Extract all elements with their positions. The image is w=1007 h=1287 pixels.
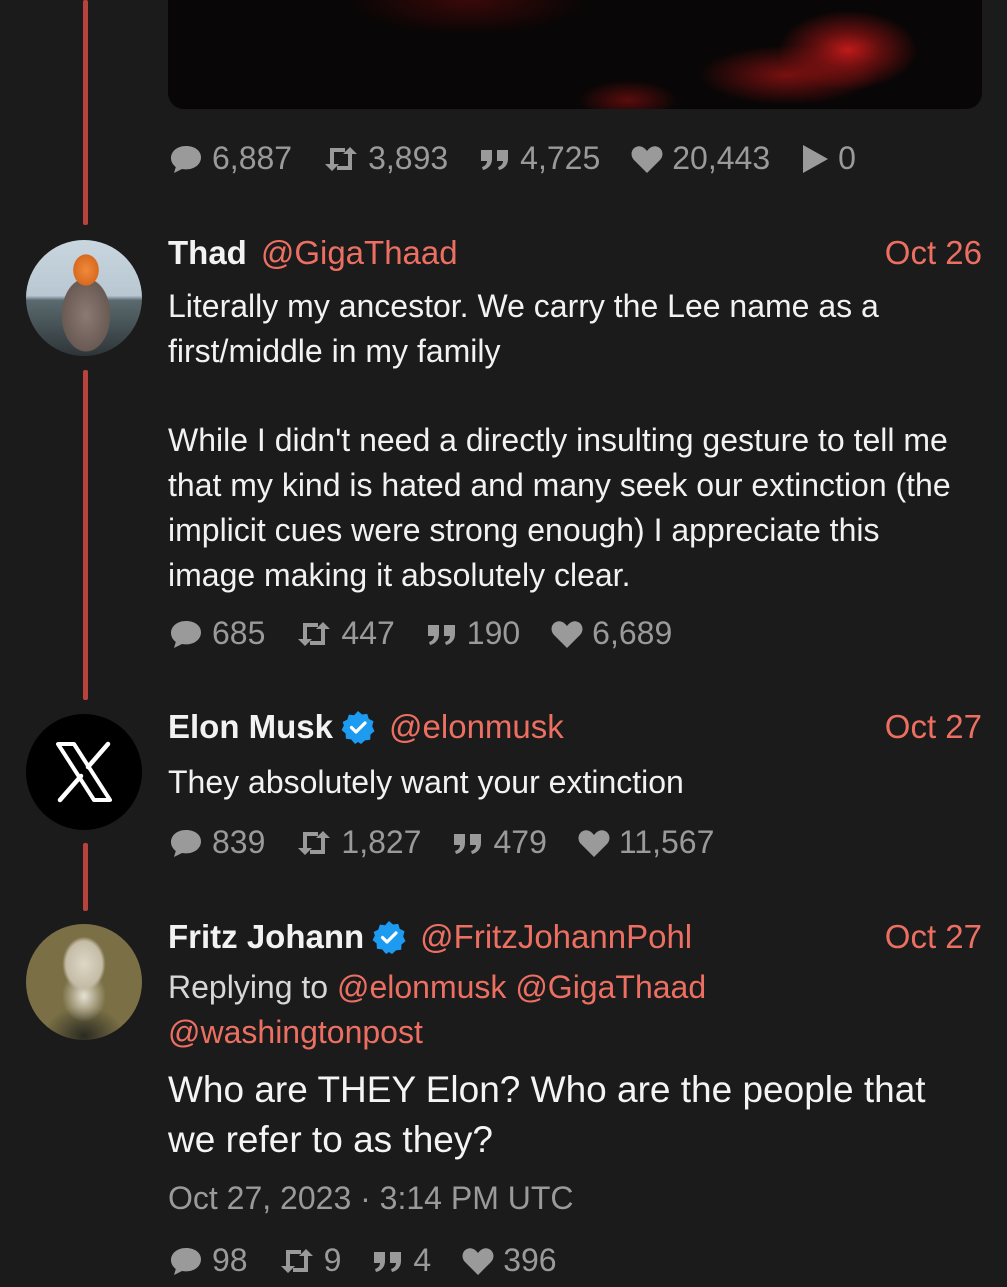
avatar[interactable] [26,924,142,1040]
retweet-button[interactable]: 1,827 [295,824,421,861]
like-count: 6,689 [592,615,673,651]
tweet-stats: 685 447 190 6,689 [168,615,702,652]
tweet-date[interactable]: Oct 27 [885,708,982,746]
quote-icon [425,621,459,647]
quote-icon [371,1248,405,1274]
retweet-button[interactable]: 9 [278,1242,342,1279]
speech-bubble-icon [168,618,204,650]
mention-link[interactable]: @washingtonpost [168,1014,423,1050]
tweet-stats: 839 1,827 479 11,567 [168,824,744,861]
like-count: 11,567 [618,824,715,860]
replying-label: Replying to [168,969,329,1005]
mention-link[interactable]: @GigaThaad [515,969,706,1005]
retweet-button[interactable]: 3,893 [322,140,448,177]
retweet-count: 3,893 [368,140,449,176]
reply-button[interactable]: 839 [168,824,265,861]
reply-count: 6,887 [212,140,293,176]
verified-badge-icon [372,920,406,954]
retweet-icon [295,619,333,649]
quote-icon [478,146,512,172]
tweet-text: Literally my ancestor. We carry the Lee … [168,284,968,598]
author-name[interactable]: Elon Musk [168,708,333,746]
like-button[interactable]: 396 [461,1242,557,1279]
quote-button[interactable]: 479 [451,824,547,861]
like-count: 20,443 [672,140,771,176]
avatar[interactable] [26,714,142,830]
retweet-icon [322,144,360,174]
quote-count: 479 [493,824,547,860]
quote-button[interactable]: 190 [425,615,520,652]
quote-count: 190 [466,615,521,651]
thread-line [83,370,88,700]
heart-icon [630,144,664,174]
reply-button[interactable]: 6,887 [168,140,292,177]
retweet-icon [295,828,333,858]
tweet-paragraph: While I didn't need a directly insulting… [168,422,951,593]
tweet-header: Elon Musk @elonmusk Oct 27 [168,708,982,746]
tweet-header: Thad @GigaThaad Oct 26 [168,234,982,272]
like-count: 396 [503,1242,557,1278]
mention-link[interactable]: @elonmusk [337,969,506,1005]
author-handle[interactable]: @GigaThaad [261,234,458,272]
speech-bubble-icon [168,827,204,859]
quote-button[interactable]: 4,725 [478,140,600,177]
author-handle[interactable]: @elonmusk [389,708,564,746]
tweet-header: Fritz Johann @FritzJohannPohl Oct 27 [168,918,982,956]
reply-count: 685 [212,615,266,651]
views-count: 0 [838,140,856,176]
quote-count: 4 [413,1242,432,1278]
retweet-count: 9 [323,1242,342,1278]
author-name[interactable]: Fritz Johann [168,918,364,956]
like-button[interactable]: 6,689 [550,615,672,652]
top-post-stats: 6,887 3,893 4,725 20,443 0 [168,140,886,177]
thread-line [83,0,88,225]
tweet-stats: 98 9 4 396 [168,1242,587,1279]
author-handle[interactable]: @FritzJohannPohl [420,918,692,956]
reply-count: 839 [212,824,266,860]
avatar[interactable] [26,240,142,356]
tweet-date[interactable]: Oct 26 [885,234,982,272]
replying-to: Replying to @elonmusk @GigaThaad @washin… [168,965,968,1055]
tweet-media-image[interactable] [168,0,982,109]
heart-icon [550,619,584,649]
heart-icon [461,1246,495,1276]
retweet-count: 447 [341,615,395,651]
like-button[interactable]: 11,567 [577,824,715,861]
quote-icon [451,830,485,856]
verified-badge-icon [341,710,375,744]
x-logo-icon [56,741,112,803]
author-name[interactable]: Thad [168,234,247,272]
reply-button[interactable]: 98 [168,1242,248,1279]
retweet-icon [278,1246,316,1276]
tweet-timestamp[interactable]: Oct 27, 2023 · 3:14 PM UTC [168,1180,574,1217]
quote-button[interactable]: 4 [371,1242,431,1279]
speech-bubble-icon [168,1245,204,1277]
reply-count: 98 [212,1242,248,1278]
play-icon [800,143,830,175]
heart-icon [577,828,611,858]
tweet-paragraph: Literally my ancestor. We carry the Lee … [168,288,879,369]
speech-bubble-icon [168,143,204,175]
retweet-count: 1,827 [341,824,422,860]
tweet-text: Who are THEY Elon? Who are the people th… [168,1069,926,1160]
retweet-button[interactable]: 447 [295,615,395,652]
quote-count: 4,725 [520,140,601,176]
like-button[interactable]: 20,443 [630,140,770,177]
tweet-text: They absolutely want your extinction [168,764,684,800]
reply-button[interactable]: 685 [168,615,265,652]
tweet-date[interactable]: Oct 27 [885,918,982,956]
thread-line [83,843,88,911]
views-button[interactable]: 0 [800,140,856,177]
